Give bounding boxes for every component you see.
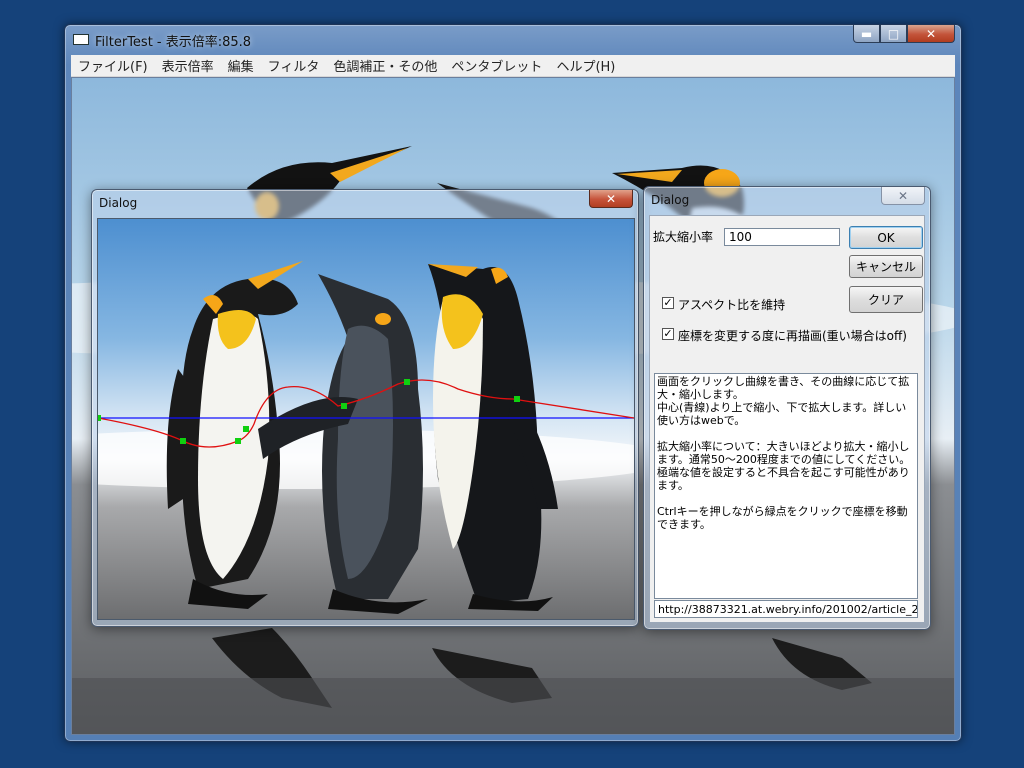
redraw-label: 座標を変更する度に再描画(重い場合はoff) (678, 329, 907, 343)
redraw-checkbox[interactable]: ✓ (662, 328, 674, 340)
maximize-button[interactable]: □ (880, 25, 907, 43)
curve-control-point[interactable] (180, 438, 186, 444)
curve-control-point[interactable] (514, 396, 520, 402)
menu-bar: ファイル(F) 表示倍率 編集 フィルタ 色調補正・その他 ペンタブレット ヘル… (71, 55, 955, 77)
ok-button[interactable]: OK (849, 226, 923, 249)
close-button[interactable]: ✕ (907, 25, 955, 43)
settings-dialog: Dialog ✕ 拡大縮小率 100 OK キャンセル クリア ✓ アスペクト比… (643, 186, 931, 630)
menu-filter[interactable]: フィルタ (261, 56, 327, 75)
curve-control-point[interactable] (98, 415, 101, 421)
preview-dialog: Dialog ✕ (91, 189, 639, 627)
minimize-button[interactable]: ▬ (853, 25, 880, 43)
menu-help[interactable]: ヘルプ(H) (549, 56, 622, 75)
preview-dialog-title: Dialog (99, 196, 138, 210)
scale-input[interactable]: 100 (724, 228, 840, 246)
menu-zoom[interactable]: 表示倍率 (155, 56, 221, 75)
menu-color-adjust[interactable]: 色調補正・その他 (326, 56, 444, 75)
curve-drawing-canvas[interactable] (97, 218, 635, 620)
clear-button[interactable]: クリア (849, 286, 923, 313)
curve-control-point[interactable] (235, 438, 241, 444)
settings-panel: 拡大縮小率 100 OK キャンセル クリア ✓ アスペクト比を維持 ✓ 座標を… (649, 215, 925, 623)
app-icon (73, 34, 89, 45)
curve-control-point[interactable] (404, 379, 410, 385)
curve-control-point[interactable] (341, 403, 347, 409)
settings-dialog-close-button[interactable]: ✕ (881, 187, 925, 205)
keep-aspect-checkbox[interactable]: ✓ (662, 297, 674, 309)
caption-buttons: ▬ □ ✕ (853, 25, 955, 43)
help-text-area[interactable]: 画面をクリックし曲線を書き、その曲線に応じて拡大・縮小します。 中心(青線)より… (654, 373, 918, 599)
cancel-button[interactable]: キャンセル (849, 255, 923, 278)
settings-dialog-title: Dialog (651, 193, 690, 207)
curve-control-point[interactable] (243, 426, 249, 432)
menu-file[interactable]: ファイル(F) (71, 56, 155, 75)
penguin-preview-image (98, 219, 634, 619)
url-field[interactable]: http://38873321.at.webry.info/201002/art… (654, 600, 918, 618)
menu-pen-tablet[interactable]: ペンタブレット (444, 56, 549, 75)
preview-dialog-close-button[interactable]: ✕ (589, 190, 633, 208)
keep-aspect-label: アスペクト比を維持 (678, 298, 786, 312)
window-title: FilterTest - 表示倍率:85.8 (95, 35, 252, 50)
scale-label: 拡大縮小率 (653, 230, 714, 244)
menu-edit[interactable]: 編集 (221, 56, 261, 75)
